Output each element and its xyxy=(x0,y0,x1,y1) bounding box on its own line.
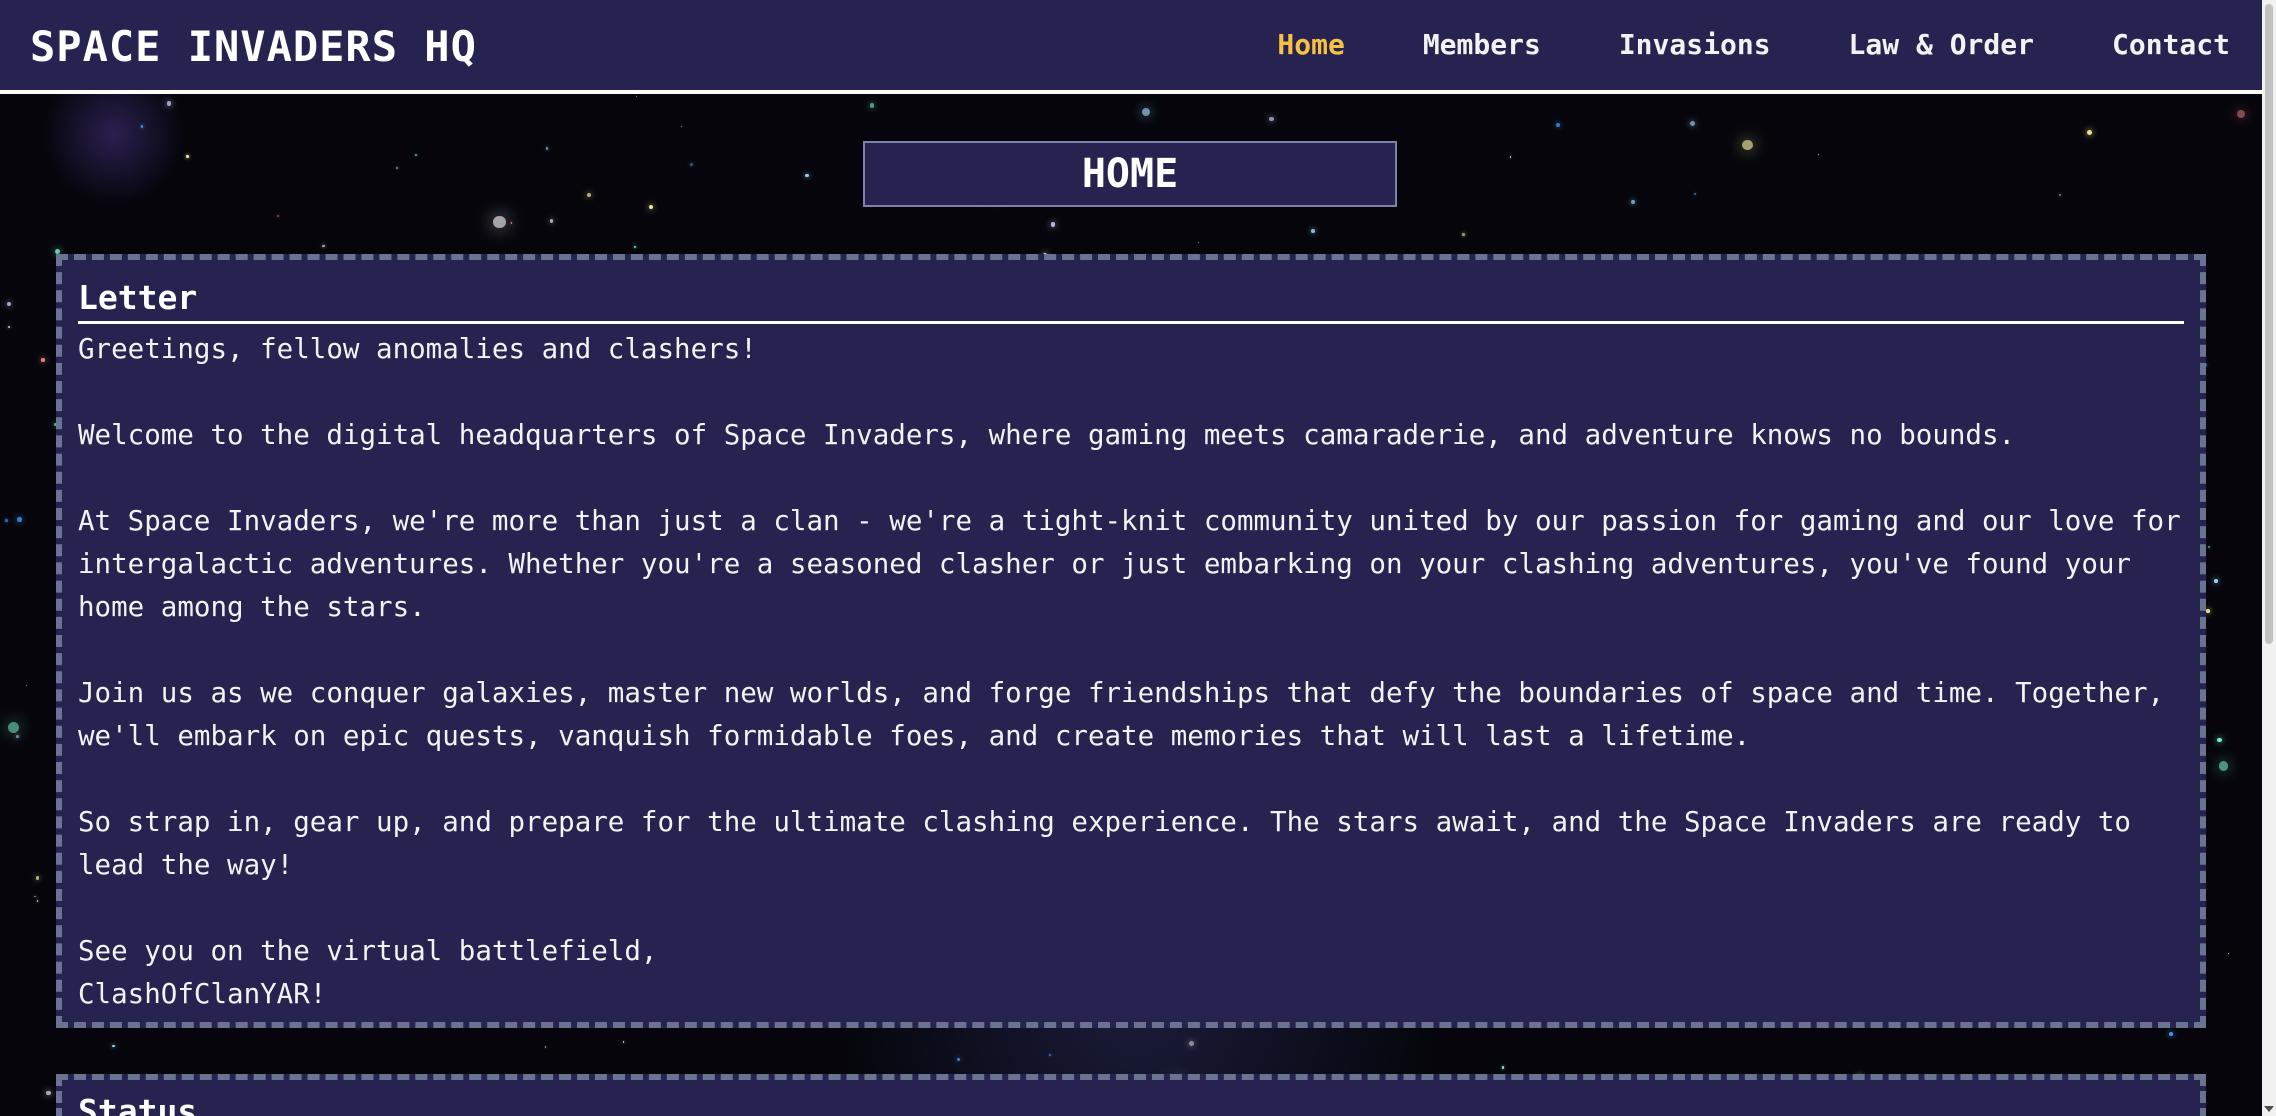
star-dot xyxy=(276,214,280,218)
scrollbar-thumb[interactable] xyxy=(2265,4,2273,644)
letter-closing-line: See you on the virtual battlefield, xyxy=(78,935,658,967)
star-dot xyxy=(5,519,8,522)
letter-signature: ClashOfClanYAR! xyxy=(78,978,327,1010)
star-dot xyxy=(1462,233,1465,236)
star-dot xyxy=(17,517,22,522)
star-dot xyxy=(36,899,39,902)
star-dot xyxy=(186,155,189,158)
star-dot xyxy=(396,167,398,169)
site-brand[interactable]: SPACE INVADERS HQ xyxy=(30,22,477,71)
letter-panel: Letter Greetings, fellow anomalies and c… xyxy=(56,254,2206,1028)
letter-heading: Letter xyxy=(78,278,2184,324)
nav-item-invasions[interactable]: Invasions xyxy=(1619,28,1771,61)
star-dot xyxy=(322,244,325,247)
star-dot xyxy=(493,215,506,229)
nav-item-contact[interactable]: Contact xyxy=(2112,28,2230,61)
star-dot xyxy=(112,1044,116,1048)
letter-paragraph: At Space Invaders, we're more than just … xyxy=(78,505,2181,623)
star-dot xyxy=(141,125,144,128)
star-dot xyxy=(510,222,513,224)
star-dot xyxy=(16,734,20,738)
star-dot xyxy=(805,173,809,178)
star-dot xyxy=(35,875,40,880)
star-dot xyxy=(545,1046,547,1048)
star-dot xyxy=(956,1057,961,1061)
star-dot xyxy=(1269,116,1274,122)
star-dot xyxy=(2206,609,2210,613)
star-dot xyxy=(34,895,36,898)
star-dot xyxy=(40,357,45,362)
star-dot xyxy=(2087,130,2092,135)
star-dot xyxy=(690,162,694,166)
letter-paragraph: Welcome to the digital headquarters of S… xyxy=(78,419,2016,451)
star-dot xyxy=(681,125,683,128)
star-dot xyxy=(1502,1066,1505,1069)
letter-body: Greetings, fellow anomalies and clashers… xyxy=(78,328,2184,1016)
star-dot xyxy=(549,219,554,224)
star-dot xyxy=(1509,156,1511,158)
nav-item-law-and-order[interactable]: Law & Order xyxy=(1849,28,2034,61)
star-dot xyxy=(633,246,636,249)
star-dot xyxy=(7,325,10,328)
star-dot xyxy=(545,147,549,150)
star-dot xyxy=(1818,153,1820,155)
star-dot xyxy=(1311,229,1316,233)
page-title: HOME xyxy=(1081,151,1179,197)
status-panel: Status xyxy=(56,1074,2206,1116)
star-dot xyxy=(1742,139,1753,151)
nav-links: Home Members Invasions Law & Order Conta… xyxy=(1199,28,2230,61)
star-dot xyxy=(1197,241,1199,243)
letter-paragraph: Join us as we conquer galaxies, master n… xyxy=(78,677,2165,752)
star-dot xyxy=(869,103,875,108)
star-dot xyxy=(1690,120,1695,126)
star-dot xyxy=(414,153,417,156)
star-dot xyxy=(54,248,60,254)
star-dot xyxy=(8,721,20,733)
star-dot xyxy=(648,204,653,210)
star-dot xyxy=(166,101,172,106)
nav-item-members[interactable]: Members xyxy=(1423,28,1541,61)
star-dot xyxy=(2228,952,2230,954)
page-scrollbar[interactable] xyxy=(2262,0,2276,1116)
letter-paragraph: So strap in, gear up, and prepare for th… xyxy=(78,806,2131,881)
star-dot xyxy=(2058,193,2061,196)
letter-paragraph: Greetings, fellow anomalies and clashers… xyxy=(78,333,757,365)
page-title-box: HOME xyxy=(863,141,1397,207)
scroll-down-arrow-icon[interactable] xyxy=(2264,1106,2274,1112)
star-dot xyxy=(2218,761,2229,772)
star-dot xyxy=(635,96,638,98)
star-dot xyxy=(1050,222,1056,227)
top-navbar: SPACE INVADERS HQ Home Members Invasions… xyxy=(0,0,2262,94)
nav-item-home[interactable]: Home xyxy=(1277,28,1344,61)
star-dot xyxy=(1189,1040,1195,1046)
star-dot xyxy=(6,301,11,306)
star-dot xyxy=(587,192,592,197)
star-dot xyxy=(2236,110,2245,119)
star-dot xyxy=(2217,737,2223,743)
star-dot xyxy=(2169,1032,2174,1037)
star-dot xyxy=(2207,546,2210,549)
star-dot xyxy=(1630,200,1635,205)
star-dot xyxy=(2214,578,2219,583)
status-heading: Status xyxy=(78,1092,198,1116)
star-dot xyxy=(1556,123,1561,128)
star-dot xyxy=(25,684,28,686)
star-dot xyxy=(1142,107,1151,116)
star-dot xyxy=(46,1091,51,1096)
star-dot xyxy=(1049,1053,1051,1056)
star-dot xyxy=(622,1040,625,1043)
star-dot xyxy=(1693,192,1696,195)
